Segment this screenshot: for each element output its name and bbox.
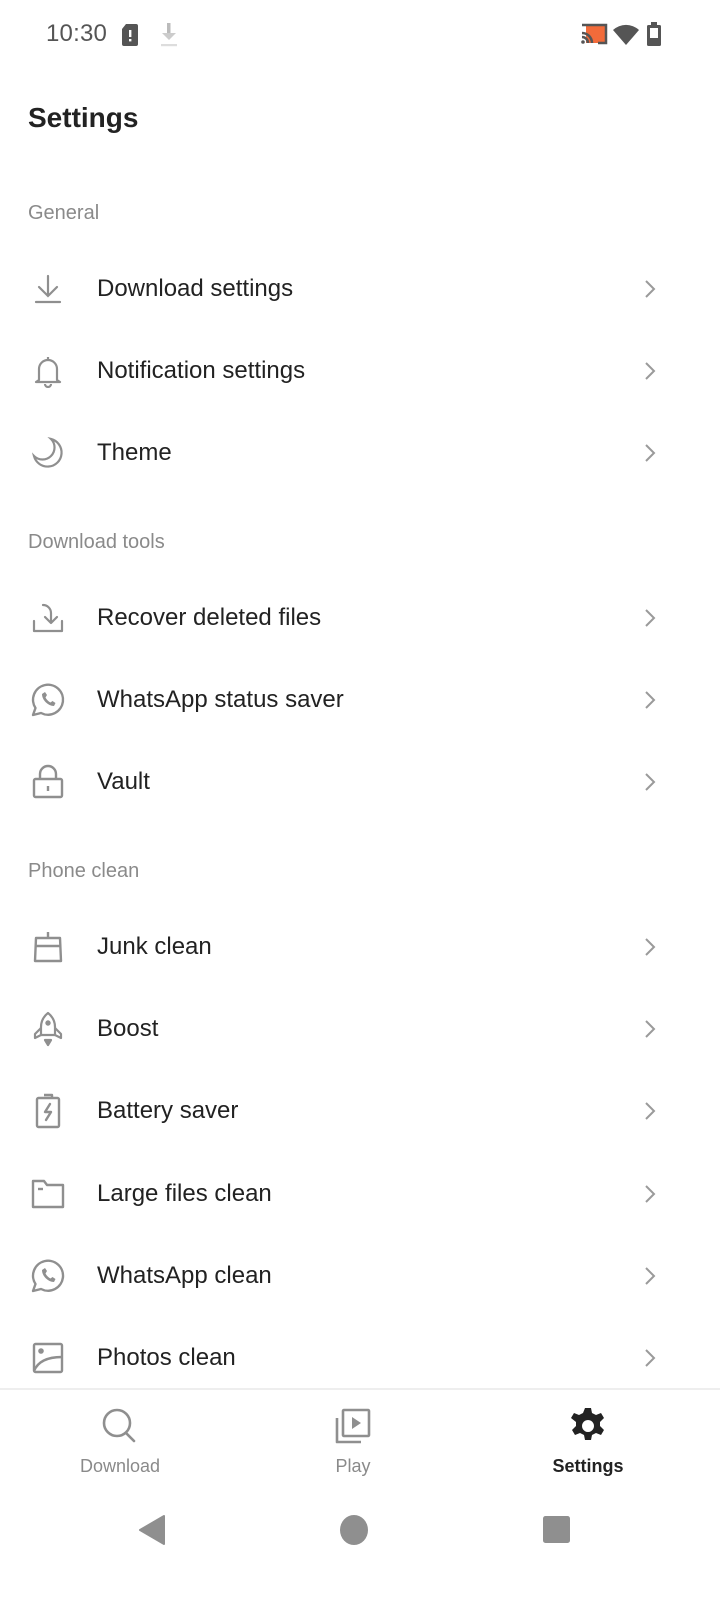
chevron-right-icon — [640, 1009, 660, 1049]
recover-icon — [28, 598, 68, 638]
tab-label: Play — [335, 1456, 371, 1476]
item-label: Junk clean — [97, 933, 212, 960]
chevron-right-icon — [640, 598, 660, 638]
cast-icon — [580, 22, 608, 53]
sim-alert-icon — [120, 22, 140, 53]
item-label: WhatsApp clean — [97, 1262, 272, 1289]
settings-item-large-files-clean[interactable]: Large files clean — [0, 1153, 720, 1235]
chevron-right-icon — [640, 433, 660, 473]
status-bar: 10:30 — [0, 0, 720, 72]
back-button[interactable] — [132, 1510, 172, 1550]
tab-download[interactable]: Download — [0, 1390, 240, 1500]
chevron-right-icon — [640, 1256, 660, 1296]
item-label: Battery saver — [97, 1097, 239, 1124]
item-label: Theme — [97, 439, 172, 466]
tab-label: Download — [79, 1456, 161, 1476]
page-title: Settings — [28, 102, 139, 133]
settings-item-photos-clean[interactable]: Photos clean — [0, 1317, 720, 1399]
settings-item-boost[interactable]: Boost — [0, 988, 720, 1070]
section-header-phone-clean: Phone clean — [28, 860, 140, 882]
settings-item-recover-deleted-files[interactable]: Recover deleted files — [0, 577, 720, 659]
chevron-right-icon — [640, 762, 660, 802]
rocket-icon — [28, 1009, 68, 1049]
battery-icon — [645, 22, 663, 53]
status-time: 10:30 — [46, 20, 108, 47]
battery-charge-icon — [28, 1091, 68, 1131]
chevron-right-icon — [640, 269, 660, 309]
recents-button[interactable] — [537, 1510, 577, 1550]
settings-item-notification-settings[interactable]: Notification settings — [0, 330, 720, 412]
download-icon — [28, 269, 68, 309]
tab-play[interactable]: Play — [233, 1390, 473, 1500]
download-icon — [158, 22, 180, 53]
home-button[interactable] — [334, 1510, 374, 1550]
chevron-right-icon — [640, 1338, 660, 1378]
chevron-right-icon — [640, 680, 660, 720]
item-label: Large files clean — [97, 1180, 272, 1207]
item-label: WhatsApp status saver — [97, 686, 344, 713]
tab-label: Settings — [552, 1456, 624, 1476]
settings-item-vault[interactable]: Vault — [0, 741, 720, 823]
search-icon — [100, 1406, 140, 1446]
item-label: Download settings — [97, 275, 294, 302]
chevron-right-icon — [640, 1091, 660, 1131]
item-label: Recover deleted files — [97, 604, 322, 631]
section-header-download-tools: Download tools — [28, 531, 165, 553]
item-label: Notification settings — [97, 357, 306, 384]
folder-icon — [28, 1174, 68, 1214]
system-nav-bar — [0, 1498, 720, 1600]
play-library-icon — [333, 1406, 373, 1446]
whatsapp-icon — [28, 1256, 68, 1296]
image-icon — [28, 1338, 68, 1378]
chevron-right-icon — [640, 927, 660, 967]
chevron-right-icon — [640, 351, 660, 391]
settings-item-theme[interactable]: Theme — [0, 412, 720, 494]
bell-icon — [28, 351, 68, 391]
settings-item-whatsapp-clean[interactable]: WhatsApp clean — [0, 1235, 720, 1317]
item-label: Photos clean — [97, 1344, 236, 1371]
gear-icon — [568, 1406, 608, 1446]
chevron-right-icon — [640, 1174, 660, 1214]
lock-icon — [28, 762, 68, 802]
item-label: Boost — [97, 1015, 159, 1042]
wifi-icon — [612, 22, 640, 53]
settings-item-junk-clean[interactable]: Junk clean — [0, 906, 720, 988]
section-header-general: General — [28, 202, 100, 224]
settings-item-download-settings[interactable]: Download settings — [0, 248, 720, 330]
tab-settings[interactable]: Settings — [468, 1390, 708, 1500]
settings-item-battery-saver[interactable]: Battery saver — [0, 1070, 720, 1152]
item-label: Vault — [97, 768, 150, 795]
bottom-nav: Download Play Settings — [0, 1388, 720, 1498]
broom-icon — [28, 927, 68, 967]
settings-item-whatsapp-status-saver[interactable]: WhatsApp status saver — [0, 659, 720, 741]
whatsapp-icon — [28, 680, 68, 720]
moon-icon — [28, 433, 68, 473]
